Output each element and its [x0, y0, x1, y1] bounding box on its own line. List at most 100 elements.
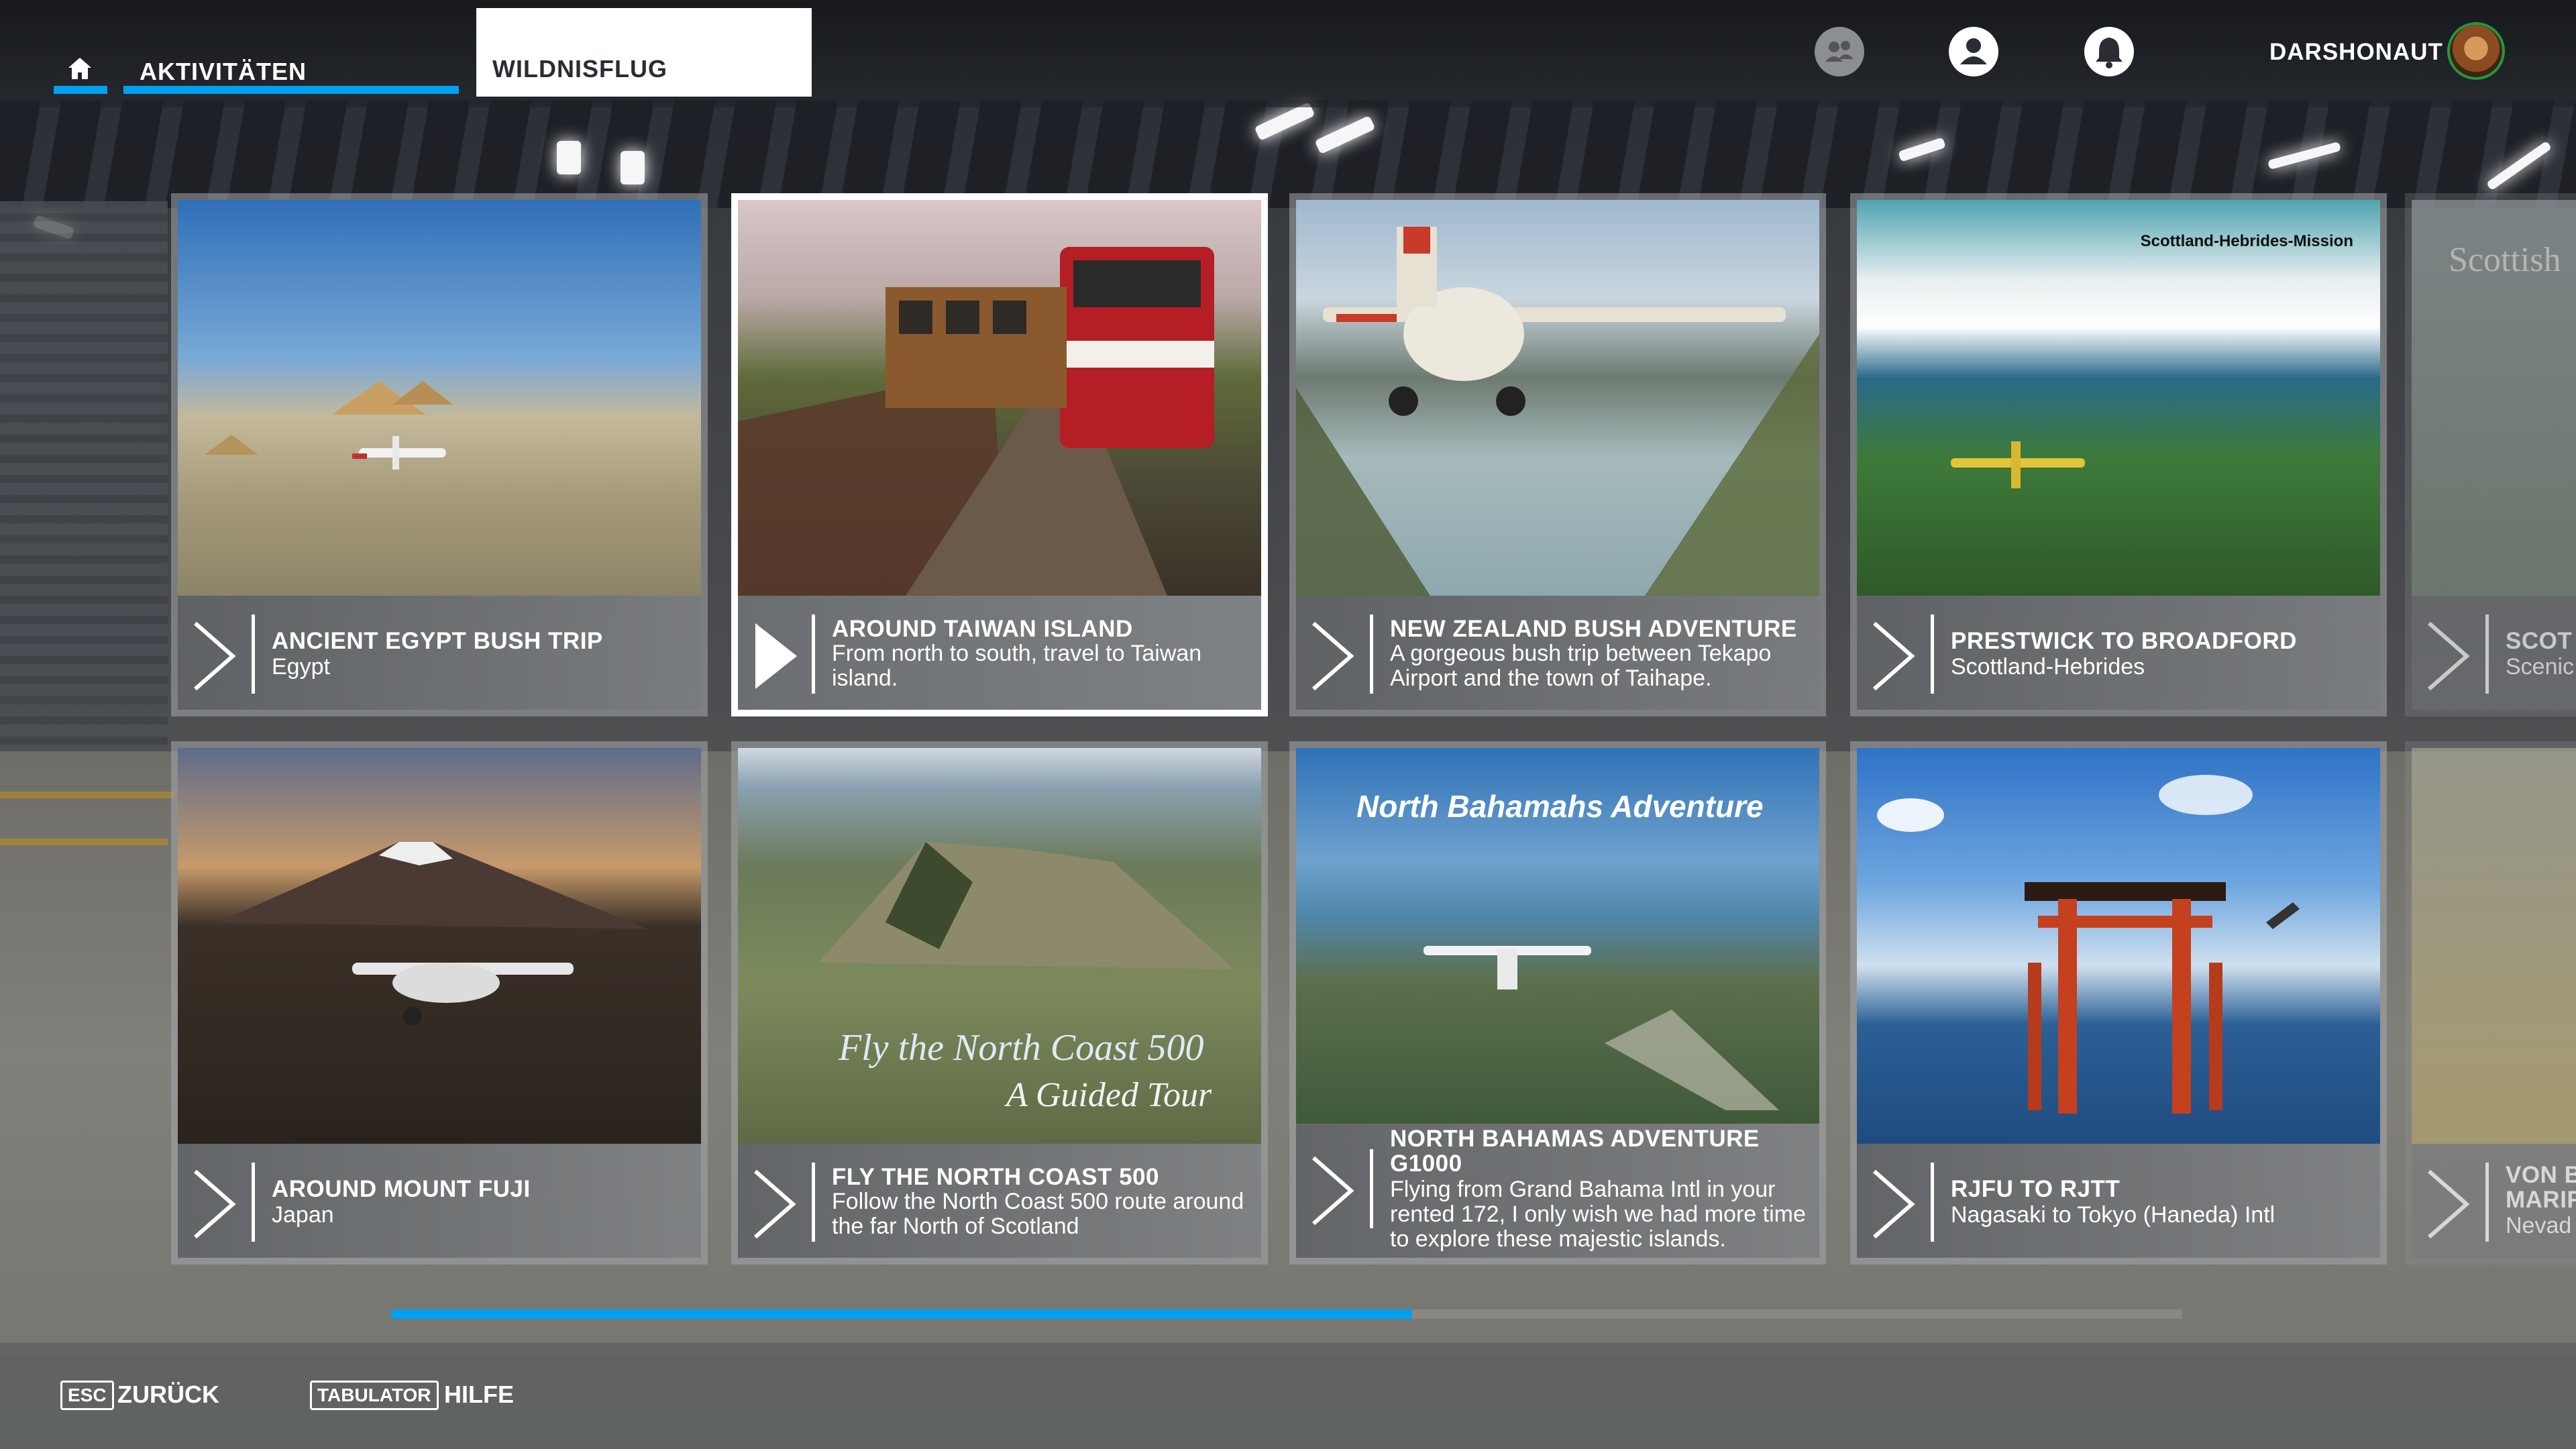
seaplane-illustration	[1951, 441, 2085, 488]
home-icon	[68, 58, 91, 79]
torii-gate-illustration	[1877, 775, 2300, 1114]
card-info: PRESTWICK TO BROADFORD Scottland-Hebride…	[1857, 596, 2380, 710]
friends-icon	[1825, 41, 1854, 62]
card-info: FLY THE NORTH COAST 500 Follow the North…	[738, 1144, 1261, 1258]
hangar-light	[621, 151, 645, 184]
card-image: Scottland-Hebrides-Mission	[1857, 200, 2380, 596]
horizontal-scrollbar-thumb[interactable]	[391, 1309, 1412, 1319]
tab-aktivitaeten[interactable]: AKTIVITÄTEN	[123, 47, 459, 94]
card-image-caption: Scottland-Hebrides-Mission	[2140, 232, 2353, 250]
card-title: RJFU TO RJTT	[1951, 1176, 2121, 1202]
back-button-label[interactable]: ZURÜCK	[117, 1381, 219, 1409]
bell-icon	[2096, 38, 2123, 68]
card-subtitle: Scenic	[2506, 654, 2575, 680]
divider	[1931, 1163, 1934, 1242]
activity-card-peek-marif[interactable]: VON B MARIF Nevad	[2405, 741, 2576, 1265]
card-image: Scottish	[2412, 200, 2576, 596]
card-image-caption-secondary: A Guided Tour	[1006, 1076, 1212, 1114]
top-navigation-bar: AKTIVITÄTEN WILDNISFLUG DARSHONAUT	[0, 0, 2576, 107]
card-info: SCOT Scenic	[2412, 596, 2576, 710]
card-subtitle: Japan	[272, 1202, 334, 1228]
tab-active-indicator	[123, 86, 459, 94]
username-label: DARSHONAUT	[2269, 39, 2443, 65]
activity-card-mount-fuji[interactable]: AROUND MOUNT FUJI Japan	[171, 741, 708, 1265]
activity-card-north-bahamas[interactable]: North Bahamahs Adventure NORTH BAHAMAS A…	[1289, 741, 1826, 1265]
divider	[1370, 614, 1373, 694]
card-title: VON B MARIF	[2506, 1162, 2576, 1213]
activity-card-rjfu-rjtt[interactable]: RJFU TO RJTT Nagasaki to Tokyo (Haneda) …	[1850, 741, 2387, 1265]
chevron-right-icon	[1312, 1156, 1354, 1226]
card-subtitle: Nagasaki to Tokyo (Haneda) Intl	[1951, 1202, 2275, 1228]
card-info: ANCIENT EGYPT BUSH TRIP Egypt	[178, 596, 701, 710]
avatar[interactable]	[2447, 22, 2505, 80]
card-subtitle: Egypt	[272, 654, 330, 680]
bottom-hint-bar: ESC ZURÜCK TABULATOR HILFE	[0, 1343, 2576, 1449]
card-image	[1296, 200, 1819, 596]
card-title: AROUND TAIWAN ISLAND	[832, 616, 1133, 642]
activity-card-prestwick[interactable]: Scottland-Hebrides-Mission PRESTWICK TO …	[1850, 193, 2387, 716]
card-image-caption: Fly the North Coast 500	[839, 1027, 1204, 1069]
card-title: NORTH BAHAMAS ADVENTURE G1000	[1390, 1126, 1760, 1177]
activity-card-ancient-egypt[interactable]: ANCIENT EGYPT BUSH TRIP Egypt	[171, 193, 708, 716]
activity-card-peek-scottish[interactable]: Scottish SCOT Scenic	[2405, 193, 2576, 716]
card-info: VON B MARIF Nevad	[2412, 1144, 2576, 1258]
divider	[2485, 614, 2489, 694]
train-illustration	[738, 247, 1214, 596]
tab-aktivitaeten-label: AKTIVITÄTEN	[140, 58, 307, 85]
card-image-caption: Scottish	[2449, 241, 2561, 279]
card-subtitle: A gorgeous bush trip between Tekapo Airp…	[1390, 641, 1772, 691]
help-button-label[interactable]: HILFE	[444, 1381, 514, 1409]
card-title: AROUND MOUNT FUJI	[272, 1176, 531, 1202]
activity-card-north-coast-500[interactable]: Fly the North Coast 500 A Guided Tour FL…	[731, 741, 1268, 1265]
card-subtitle: From north to south, travel to Taiwan is…	[832, 641, 1202, 691]
pyramids-illustration	[205, 381, 453, 470]
chevron-right-icon	[2428, 621, 2470, 691]
tab-wildnisflug-label: WILDNISFLUG	[492, 55, 667, 83]
profile-button[interactable]	[1949, 27, 1998, 76]
card-info: NORTH BAHAMAS ADVENTURE G1000 Flying fro…	[1296, 1124, 1819, 1258]
home-tab[interactable]	[54, 47, 107, 94]
card-info: AROUND TAIWAN ISLAND From north to south…	[738, 596, 1261, 710]
card-title: PRESTWICK TO BROADFORD	[1951, 628, 2297, 654]
card-subtitle: Flying from Grand Bahama Intl in your re…	[1390, 1177, 1806, 1252]
card-image	[178, 748, 701, 1144]
tab-key-badge: TABULATOR	[310, 1381, 439, 1410]
card-subtitle: Scottland-Hebrides	[1951, 654, 2145, 680]
activity-card-new-zealand[interactable]: NEW ZEALAND BUSH ADVENTURE A gorgeous bu…	[1289, 193, 1826, 716]
tab-active-indicator	[54, 86, 107, 94]
notifications-button[interactable]	[2084, 27, 2134, 76]
chevron-right-icon	[1873, 1169, 1915, 1239]
divider	[812, 614, 815, 694]
divider	[252, 1163, 255, 1242]
chevron-right-icon	[755, 623, 797, 689]
profile-icon	[1960, 38, 1987, 64]
card-image	[738, 200, 1261, 596]
card-image-caption: North Bahamahs Adventure	[1356, 789, 1764, 824]
card-image: Fly the North Coast 500 A Guided Tour	[738, 748, 1261, 1144]
card-info: RJFU TO RJTT Nagasaki to Tokyo (Haneda) …	[1857, 1144, 2380, 1258]
chevron-right-icon	[1312, 621, 1354, 691]
floor-marking	[0, 839, 168, 845]
chevron-right-icon	[194, 621, 236, 691]
esc-key-badge: ESC	[60, 1381, 114, 1410]
divider	[2485, 1163, 2489, 1242]
chevron-right-icon	[2428, 1169, 2470, 1239]
card-image	[178, 200, 701, 596]
floor-marking	[0, 792, 174, 798]
card-image: North Bahamahs Adventure	[1296, 748, 1819, 1124]
card-info: AROUND MOUNT FUJI Japan	[178, 1144, 701, 1258]
card-subtitle: Follow the North Coast 500 route around …	[832, 1189, 1244, 1239]
friends-button[interactable]	[1815, 27, 1864, 76]
chevron-right-icon	[194, 1169, 236, 1239]
card-image	[1857, 748, 2380, 1144]
activity-card-around-taiwan[interactable]: AROUND TAIWAN ISLAND From north to south…	[731, 193, 1268, 716]
card-title: ANCIENT EGYPT BUSH TRIP	[272, 628, 603, 654]
hangar-light	[557, 141, 581, 174]
card-title: NEW ZEALAND BUSH ADVENTURE	[1390, 616, 1797, 642]
tab-wildnisflug[interactable]: WILDNISFLUG	[476, 8, 812, 97]
divider	[812, 1163, 815, 1242]
card-title: SCOT	[2506, 628, 2573, 654]
chevron-right-icon	[1873, 621, 1915, 691]
divider	[1370, 1149, 1373, 1228]
fuji-plane-illustration	[218, 842, 647, 1026]
